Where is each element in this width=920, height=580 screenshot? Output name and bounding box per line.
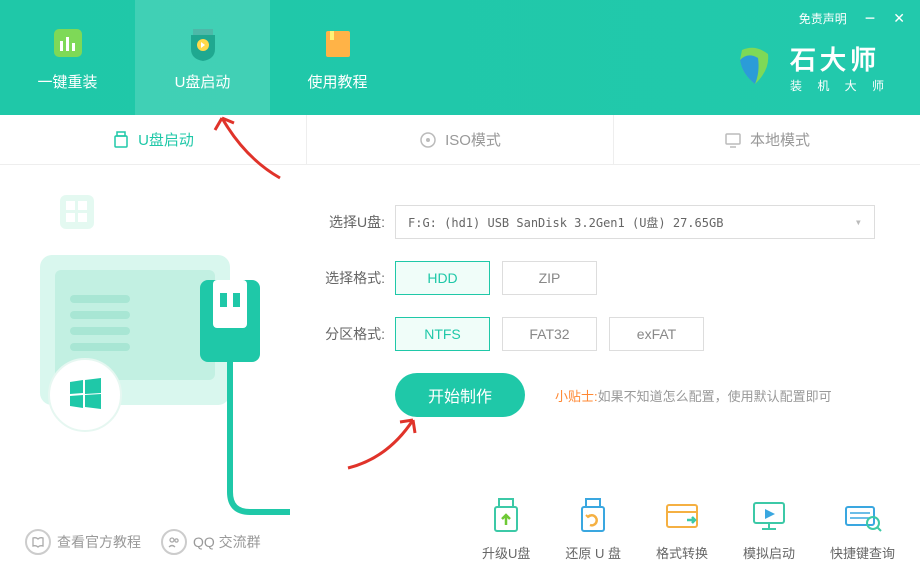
- tool-label: 格式转换: [656, 543, 708, 562]
- sub-tab-label: U盘启动: [138, 129, 194, 150]
- sub-tab-label: ISO模式: [445, 129, 501, 150]
- tool-format-convert[interactable]: 格式转换: [656, 495, 708, 562]
- tool-restore-usb[interactable]: 还原 U 盘: [565, 495, 621, 562]
- option-fat32[interactable]: FAT32: [502, 317, 597, 351]
- tool-label: 模拟启动: [743, 543, 795, 562]
- minimize-button[interactable]: −: [865, 8, 876, 29]
- brand-title: 石大师: [790, 40, 890, 77]
- format-convert-icon: [661, 495, 703, 537]
- tip-label: 小贴士:: [555, 389, 598, 404]
- brand: 石大师 装 机 大 师: [730, 40, 890, 94]
- brand-subtitle: 装 机 大 师: [790, 77, 890, 94]
- people-icon: [161, 529, 187, 555]
- sub-tab-local[interactable]: 本地模式: [614, 115, 920, 164]
- main-nav: 一键重装 U盘启动 使用教程: [0, 0, 405, 115]
- book-icon: [318, 23, 358, 63]
- nav-tab-label: U盘启动: [175, 71, 231, 92]
- sub-tabs: U盘启动 ISO模式 本地模式: [0, 115, 920, 165]
- tip-text: 如果不知道怎么配置，使用默认配置即可: [598, 389, 832, 404]
- tool-label: 还原 U 盘: [565, 543, 621, 562]
- bottom-tools: 升级U盘 还原 U 盘 格式转换 模拟启动 快捷键查询: [482, 495, 895, 562]
- link-qq-group[interactable]: QQ 交流群: [161, 529, 261, 555]
- tip: 小贴士:如果不知道怎么配置，使用默认配置即可: [555, 386, 832, 405]
- nav-tab-label: 一键重装: [37, 71, 97, 92]
- tool-label: 快捷键查询: [830, 543, 895, 562]
- disclaimer-link[interactable]: 免责声明: [799, 10, 847, 27]
- illustration: [0, 165, 300, 580]
- restore-usb-icon: [572, 495, 614, 537]
- link-official-tutorial[interactable]: 查看官方教程: [25, 529, 141, 555]
- nav-tab-tutorial[interactable]: 使用教程: [270, 0, 405, 115]
- sub-tab-usb[interactable]: U盘启动: [0, 115, 307, 164]
- app-header: 免责声明 − ✕ 一键重装 U盘启动 使用教程 石大师 装 机 大 师: [0, 0, 920, 115]
- upgrade-usb-icon: [485, 495, 527, 537]
- sub-tab-iso[interactable]: ISO模式: [307, 115, 614, 164]
- usb-icon: [112, 131, 130, 149]
- label-select-format: 选择格式:: [310, 268, 385, 288]
- sub-tab-label: 本地模式: [750, 129, 810, 150]
- option-exfat[interactable]: exFAT: [609, 317, 704, 351]
- tool-hotkey-lookup[interactable]: 快捷键查询: [830, 495, 895, 562]
- nav-tab-label: 使用教程: [307, 71, 367, 92]
- iso-icon: [419, 131, 437, 149]
- tool-upgrade-usb[interactable]: 升级U盘: [482, 495, 530, 562]
- bottom-left-links: 查看官方教程 QQ 交流群: [25, 529, 261, 555]
- tool-simulate-boot[interactable]: 模拟启动: [743, 495, 795, 562]
- simulate-boot-icon: [748, 495, 790, 537]
- usb-shield-icon: [183, 23, 223, 63]
- book-open-icon: [25, 529, 51, 555]
- nav-tab-usb[interactable]: U盘启动: [135, 0, 270, 115]
- option-ntfs[interactable]: NTFS: [395, 317, 490, 351]
- window-controls: 免责声明 − ✕: [799, 8, 905, 29]
- chevron-down-icon: ▾: [855, 215, 862, 229]
- link-label: 查看官方教程: [57, 532, 141, 552]
- start-button[interactable]: 开始制作: [395, 373, 525, 417]
- label-select-udisk: 选择U盘:: [310, 212, 385, 232]
- select-udisk-value: F:G: (hd1) USB SanDisk 3.2Gen1 (U盘) 27.6…: [408, 214, 723, 231]
- bar-chart-icon: [48, 23, 88, 63]
- logo-icon: [730, 42, 780, 92]
- option-zip[interactable]: ZIP: [502, 261, 597, 295]
- select-udisk[interactable]: F:G: (hd1) USB SanDisk 3.2Gen1 (U盘) 27.6…: [395, 205, 875, 239]
- option-hdd[interactable]: HDD: [395, 261, 490, 295]
- link-label: QQ 交流群: [193, 532, 261, 552]
- tool-label: 升级U盘: [482, 543, 530, 562]
- monitor-icon: [724, 131, 742, 149]
- close-button[interactable]: ✕: [893, 10, 905, 27]
- hotkey-icon: [841, 495, 883, 537]
- label-partition-format: 分区格式:: [310, 324, 385, 344]
- nav-tab-reinstall[interactable]: 一键重装: [0, 0, 135, 115]
